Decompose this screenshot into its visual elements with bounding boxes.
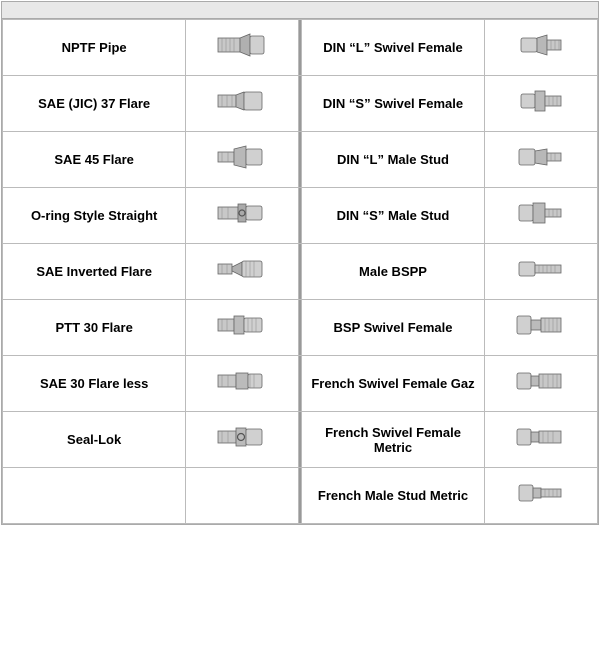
left-fitting-image [186,188,299,244]
table-row: Seal-Lok French Swivel Female Metric [3,412,598,468]
table-title [2,2,598,19]
left-fitting-image [186,412,299,468]
table-row: SAE 30 Flare less French Swivel Female G… [3,356,598,412]
right-fitting-label: DIN “S” Swivel Female [301,76,484,132]
left-fitting-label: SAE 45 Flare [3,132,186,188]
right-fitting-image [485,188,598,244]
left-fitting-label: SAE Inverted Flare [3,244,186,300]
left-fitting-label: SAE 30 Flare less [3,356,186,412]
right-fitting-label: Male BSPP [301,244,484,300]
table-row: NPTF Pipe DIN “L” Swivel Female [3,20,598,76]
left-fitting-image [186,356,299,412]
left-fitting-image [186,132,299,188]
visual-index-container: NPTF Pipe DIN “L” Swivel Female SAE (JIC… [1,1,599,525]
left-fitting-label: SAE (JIC) 37 Flare [3,76,186,132]
table-row: French Male Stud Metric [3,468,598,524]
right-fitting-label: DIN “L” Swivel Female [301,20,484,76]
right-fitting-image [485,76,598,132]
left-fitting-image [186,468,299,524]
right-fitting-label: BSP Swivel Female [301,300,484,356]
table-row: SAE Inverted Flare Male BSPP [3,244,598,300]
right-fitting-label: French Swivel Female Gaz [301,356,484,412]
left-fitting-label [3,468,186,524]
right-fitting-label: DIN “L” Male Stud [301,132,484,188]
table-row: PTT 30 Flare BSP Swivel Female [3,300,598,356]
right-fitting-image [485,412,598,468]
right-fitting-label: French Swivel Female Metric [301,412,484,468]
left-fitting-image [186,244,299,300]
right-fitting-label: French Male Stud Metric [301,468,484,524]
right-fitting-image [485,20,598,76]
left-fitting-label: PTT 30 Flare [3,300,186,356]
left-fitting-label: NPTF Pipe [3,20,186,76]
fitting-table: NPTF Pipe DIN “L” Swivel Female SAE (JIC… [2,19,598,524]
right-fitting-label: DIN “S” Male Stud [301,188,484,244]
table-row: SAE 45 Flare DIN “L” Male Stud [3,132,598,188]
right-fitting-image [485,468,598,524]
table-row: SAE (JIC) 37 Flare DIN “S” Swivel Female [3,76,598,132]
right-fitting-image [485,356,598,412]
right-fitting-image [485,300,598,356]
left-fitting-image [186,76,299,132]
left-fitting-image [186,20,299,76]
left-fitting-image [186,300,299,356]
left-fitting-label: O-ring Style Straight [3,188,186,244]
right-fitting-image [485,244,598,300]
table-row: O-ring Style Straight DIN “S” Male Stud [3,188,598,244]
left-fitting-label: Seal-Lok [3,412,186,468]
right-fitting-image [485,132,598,188]
